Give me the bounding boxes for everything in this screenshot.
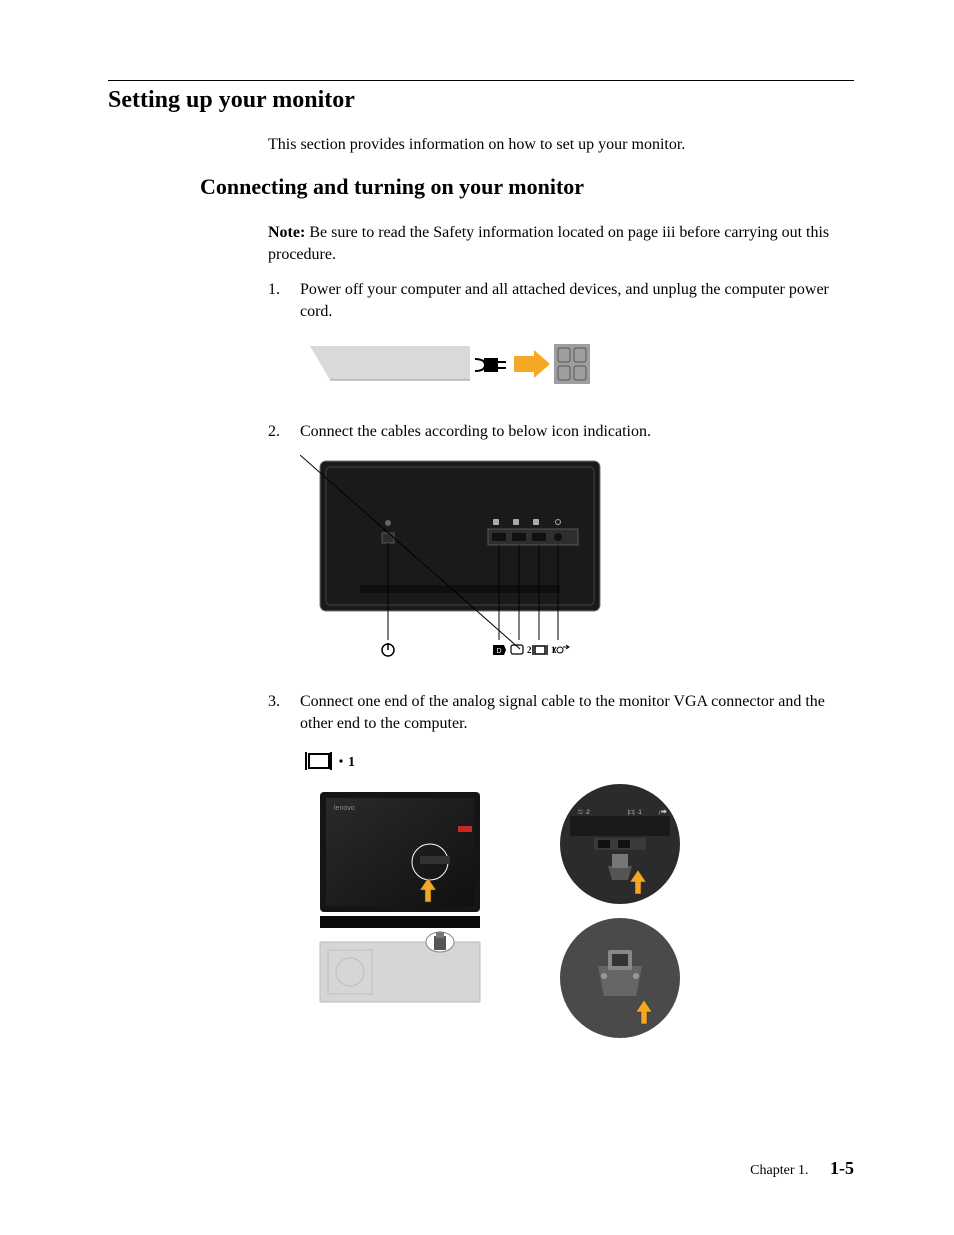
step-1: Power off your computer and all attached… <box>268 279 854 401</box>
page-title: Setting up your monitor <box>108 87 854 114</box>
svg-text:⎋ ·2: ⎋ ·2 <box>578 809 590 816</box>
svg-text:lenovo: lenovo <box>334 805 355 812</box>
footer-page-number: 1-5 <box>830 1158 854 1178</box>
figure-unplug <box>300 334 854 401</box>
svg-text:|□| ·1: |□| ·1 <box>628 810 642 816</box>
step-3: Connect one end of the analog signal cab… <box>268 691 854 1042</box>
displayport-icon: D <box>493 645 506 655</box>
step-1-text: Power off your computer and all attached… <box>300 281 829 320</box>
step-2: Connect the cables according to below ic… <box>268 421 854 671</box>
note-label: Note: <box>268 224 305 241</box>
step-3-text: Connect one end of the analog signal cab… <box>300 693 825 732</box>
power-icon <box>382 643 394 656</box>
vga-step-label: 1 <box>348 755 355 770</box>
audio-out-icon <box>555 645 570 653</box>
svg-text:♪⮕: ♪⮕ <box>658 809 667 816</box>
page-footer: Chapter 1. 1-5 <box>750 1158 854 1179</box>
figure-ports-diagram: D 2 1 <box>300 455 854 672</box>
intro-text: This section provides information on how… <box>268 136 854 154</box>
section-title: Connecting and turning on your monitor <box>200 174 854 200</box>
figure-vga-connect: 1 <box>300 746 854 1042</box>
vga-icon <box>533 645 547 655</box>
vga-port-icon <box>306 752 331 770</box>
note: Note: Be sure to read the Safety informa… <box>268 222 854 265</box>
vga-label: 1 <box>551 645 556 655</box>
svg-text:D: D <box>496 648 501 655</box>
note-text: Be sure to read the Safety information l… <box>268 224 829 263</box>
hdmi-label: 2 <box>527 645 532 655</box>
footer-chapter: Chapter 1. <box>750 1163 808 1178</box>
step-2-text: Connect the cables according to below ic… <box>300 423 651 440</box>
